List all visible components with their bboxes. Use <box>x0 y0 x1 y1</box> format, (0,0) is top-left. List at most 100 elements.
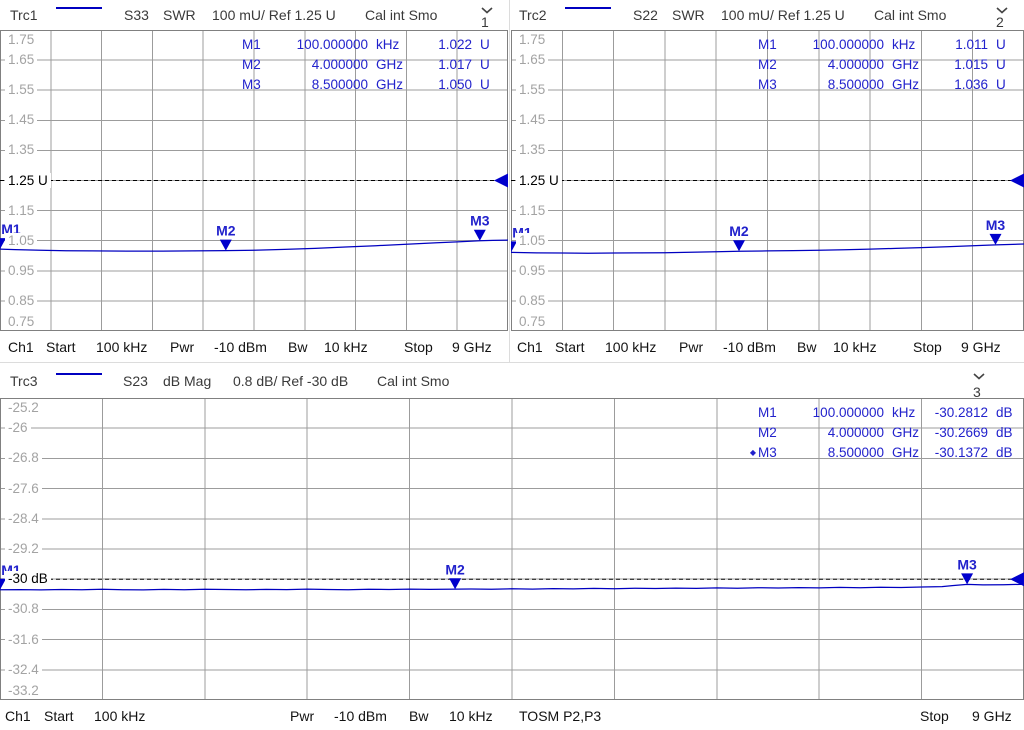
swr-plot-trc1[interactable]: M1 100.000000 kHz 1.022 U M2 4.000000 GH… <box>0 30 508 331</box>
measurement-label[interactable]: S23 <box>123 373 148 389</box>
active-marker-indicator: ◆ <box>749 447 756 457</box>
start-freq-label[interactable]: Start <box>46 339 76 355</box>
y-tick-label: -27.6 <box>5 480 42 496</box>
y-tick-label: 1.55 <box>5 82 38 98</box>
window-divider-horizontal <box>0 362 1024 363</box>
marker-name: M2 <box>242 56 261 72</box>
marker-value: 1.036 <box>954 76 988 92</box>
channel-footer: Ch1 Start 100 kHz Pwr -10 dBm Bw 10 kHz … <box>0 331 509 361</box>
marker-value-unit: U <box>480 56 490 72</box>
marker-readout-row[interactable]: M1 100.000000 kHz 1.022 U <box>228 34 502 54</box>
start-freq-label[interactable]: Start <box>44 708 74 724</box>
power-value[interactable]: -10 dBm <box>214 339 267 355</box>
start-freq-value[interactable]: 100 kHz <box>605 339 656 355</box>
stop-freq-value[interactable]: 9 GHz <box>452 339 492 355</box>
scale-ref-label[interactable]: 0.8 dB/ Ref -30 dB <box>233 373 348 389</box>
trace-color-sample <box>56 7 102 9</box>
marker-readout-row[interactable]: M2 4.000000 GHz -30.2669 dB <box>744 422 1018 442</box>
stop-freq-value[interactable]: 9 GHz <box>961 339 1001 355</box>
marker-symbol-M2[interactable] <box>449 578 462 590</box>
marker-readout-table: M1 100.000000 kHz -30.2812 dB M2 4.00000… <box>744 402 1018 462</box>
start-freq-value[interactable]: 100 kHz <box>94 708 145 724</box>
power-label[interactable]: Pwr <box>170 339 194 355</box>
bandwidth-label[interactable]: Bw <box>797 339 816 355</box>
window-select-button-3[interactable]: 3 <box>973 373 985 400</box>
y-tick-label: 0.85 <box>516 292 549 308</box>
bandwidth-label[interactable]: Bw <box>288 339 307 355</box>
channel-label[interactable]: Ch1 <box>517 339 543 355</box>
y-tick-label: 1.75 <box>516 32 549 47</box>
marker-value-unit: U <box>996 36 1006 52</box>
chevron-down-icon <box>481 7 493 14</box>
bandwidth-value[interactable]: 10 kHz <box>833 339 877 355</box>
start-freq-label[interactable]: Start <box>555 339 585 355</box>
scale-ref-label[interactable]: 100 mU/ Ref 1.25 U <box>721 7 845 23</box>
ref-level-label: 1.25 U <box>516 172 562 188</box>
dbmag-plot-trc3[interactable]: M1 100.000000 kHz -30.2812 dB M2 4.00000… <box>0 398 1024 700</box>
format-label[interactable]: SWR <box>672 7 705 23</box>
channel-label[interactable]: Ch1 <box>5 708 31 724</box>
trace-window-1: Trc1 S33 SWR 100 mU/ Ref 1.25 U Cal int … <box>0 0 509 362</box>
marker-symbol-M2[interactable] <box>733 240 745 252</box>
cal-status-label[interactable]: Cal int Smo <box>874 7 946 23</box>
marker-readout-row[interactable]: M3 8.500000 GHz 1.036 U <box>744 74 1018 94</box>
marker-value-unit: U <box>480 36 490 52</box>
y-tick-label: 1.35 <box>516 142 549 158</box>
channel-label[interactable]: Ch1 <box>8 339 34 355</box>
cal-status-label[interactable]: Cal int Smo <box>365 7 437 23</box>
y-tick-label: 1.35 <box>5 142 38 158</box>
stop-freq-value[interactable]: 9 GHz <box>972 708 1012 724</box>
bandwidth-value[interactable]: 10 kHz <box>324 339 368 355</box>
marker-readout-row[interactable]: M3 8.500000 GHz 1.050 U <box>228 74 502 94</box>
ref-line-pointer-icon[interactable] <box>494 173 508 188</box>
marker-symbol-M2[interactable] <box>219 239 232 251</box>
cal-status-label[interactable]: Cal int Smo <box>377 373 449 389</box>
marker-name: M3 <box>242 76 261 92</box>
trace-header-2: Trc2 S22 SWR 100 mU/ Ref 1.25 U Cal int … <box>509 0 1024 30</box>
ref-line-pointer-icon[interactable] <box>1010 173 1024 188</box>
window-number: 1 <box>481 14 489 30</box>
format-label[interactable]: SWR <box>163 7 196 23</box>
marker-value: 1.011 <box>955 36 988 52</box>
marker-frequency-unit: kHz <box>892 404 916 420</box>
power-value[interactable]: -10 dBm <box>723 339 776 355</box>
measurement-label[interactable]: S22 <box>633 7 658 23</box>
power-label[interactable]: Pwr <box>290 708 314 724</box>
stop-freq-label[interactable]: Stop <box>913 339 942 355</box>
scale-ref-label[interactable]: 100 mU/ Ref 1.25 U <box>212 7 336 23</box>
marker-label-M2: M2 <box>729 223 749 239</box>
marker-frequency: 100.000000 <box>296 36 368 52</box>
marker-frequency: 4.000000 <box>311 56 368 72</box>
power-value[interactable]: -10 dBm <box>334 708 387 724</box>
marker-readout-row[interactable]: M1 100.000000 kHz -30.2812 dB <box>744 402 1018 422</box>
stop-freq-label[interactable]: Stop <box>404 339 433 355</box>
y-tick-label: -26.8 <box>5 450 42 466</box>
trace-header-3: Trc3 S23 dB Mag 0.8 dB/ Ref -30 dB Cal i… <box>0 362 1024 400</box>
window-divider-vertical <box>509 0 510 362</box>
marker-readout-row[interactable]: ◆ M3 8.500000 GHz -30.1372 dB <box>744 442 1018 462</box>
marker-frequency: 8.500000 <box>311 76 368 92</box>
trace-name-label[interactable]: Trc3 <box>10 373 37 389</box>
trace-name-label[interactable]: Trc2 <box>519 7 546 23</box>
bandwidth-label[interactable]: Bw <box>409 708 428 724</box>
marker-name: M3 <box>758 444 777 460</box>
marker-readout-row[interactable]: M1 100.000000 kHz 1.011 U <box>744 34 1018 54</box>
bandwidth-value[interactable]: 10 kHz <box>449 708 493 724</box>
format-label[interactable]: dB Mag <box>163 373 211 389</box>
marker-name: M3 <box>758 76 777 92</box>
stop-freq-label[interactable]: Stop <box>920 708 949 724</box>
window-select-button-1[interactable]: 1 <box>481 7 493 30</box>
swr-plot-trc2[interactable]: M1 100.000000 kHz 1.011 U M2 4.000000 GH… <box>511 30 1024 331</box>
trace-name-label[interactable]: Trc1 <box>10 7 37 23</box>
marker-symbol-M3[interactable] <box>473 229 486 241</box>
power-label[interactable]: Pwr <box>679 339 703 355</box>
start-freq-value[interactable]: 100 kHz <box>96 339 147 355</box>
marker-readout-row[interactable]: M2 4.000000 GHz 1.015 U <box>744 54 1018 74</box>
marker-symbol-M3[interactable] <box>989 233 1002 245</box>
marker-readout-row[interactable]: M2 4.000000 GHz 1.017 U <box>228 54 502 74</box>
marker-frequency: 4.000000 <box>827 424 884 440</box>
cal-info-label[interactable]: TOSM P2,P3 <box>519 708 601 724</box>
measurement-label[interactable]: S33 <box>124 7 149 23</box>
chevron-down-icon <box>996 7 1008 14</box>
window-select-button-2[interactable]: 2 <box>996 7 1008 30</box>
